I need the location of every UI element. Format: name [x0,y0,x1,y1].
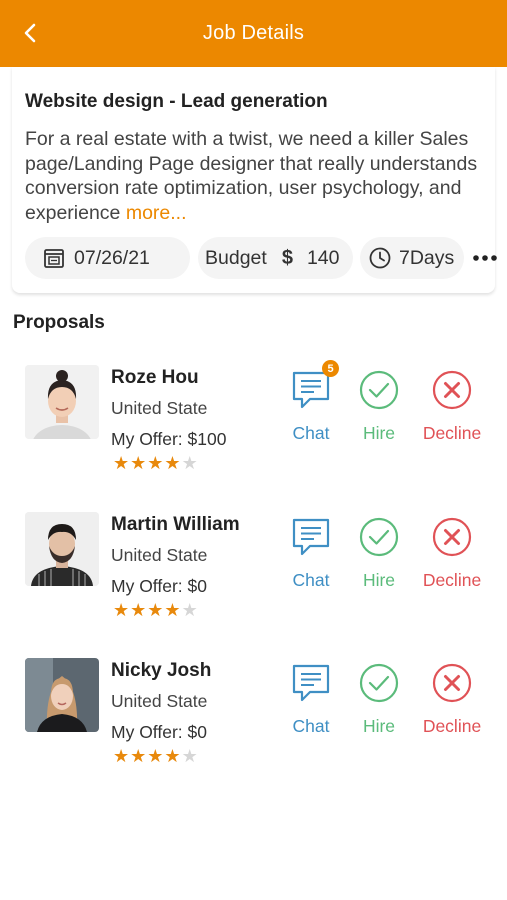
proposal-offer: My Offer: $100 [111,429,227,449]
decline-label: Decline [422,716,482,736]
chat-icon [292,518,330,556]
hire-label: Hire [362,423,396,443]
back-button[interactable] [16,19,44,47]
star-empty-icon: ★ [181,453,199,473]
job-meta-row: 07/26/21 Budget $ 140 7Days [25,237,498,279]
job-card: Website design - Lead generation For a r… [12,67,498,293]
job-description: For a real estate with a twist, we need … [25,127,485,225]
hire-label: Hire [362,570,396,590]
job-date: 07/26/21 [74,246,150,269]
star-filled-icon: ★ [130,600,148,620]
rating-stars: ★★★★★ [113,600,199,621]
avatar-photo-nicky [25,658,99,732]
more-link[interactable]: more... [126,202,187,224]
job-duration: 7Days [399,246,455,269]
duration-chip: 7Days [360,237,464,279]
avatar [25,658,99,732]
more-options-button[interactable] [472,247,498,269]
check-circle-icon [359,663,399,703]
clock-icon [369,247,391,269]
chat-label: Chat [292,423,330,443]
avatar [25,365,99,439]
page-title: Job Details [202,22,305,44]
chat-icon [292,664,330,702]
hire-label: Hire [362,716,396,736]
star-filled-icon: ★ [130,453,148,473]
decline-button[interactable]: Decline [416,662,488,740]
x-circle-icon [432,517,472,557]
hire-button[interactable]: Hire [344,516,414,594]
decline-button[interactable]: Decline [416,516,488,594]
star-filled-icon: ★ [164,600,182,620]
chat-button[interactable]: Chat [276,662,346,740]
star-filled-icon: ★ [113,746,131,766]
calendar-icon [44,249,64,268]
hire-button[interactable]: Hire [344,662,414,740]
budget-label: Budget [205,246,267,269]
proposal-name[interactable]: Martin William [111,514,240,536]
rating-stars: ★★★★★ [113,453,199,474]
proposal-location: United State [111,691,208,711]
star-filled-icon: ★ [113,453,131,473]
proposal-name[interactable]: Roze Hou [111,367,199,389]
dollar-icon: $ [281,246,293,269]
x-circle-icon [432,370,472,410]
chevron-left-icon [24,23,36,43]
star-filled-icon: ★ [164,746,182,766]
budget-chip: Budget $ 140 [198,237,353,279]
check-circle-icon [359,370,399,410]
proposal-offer: My Offer: $0 [111,722,207,742]
star-empty-icon: ★ [181,600,199,620]
proposal-location: United State [111,398,208,418]
avatar-photo-roze [25,365,99,439]
job-title: Website design - Lead generation [25,91,328,112]
chat-label: Chat [292,570,330,590]
proposal-offer: My Offer: $0 [111,576,207,596]
star-empty-icon: ★ [181,746,199,766]
decline-label: Decline [422,570,482,590]
decline-button[interactable]: Decline [416,369,488,447]
proposals-heading: Proposals [13,312,105,333]
check-circle-icon [359,517,399,557]
proposal-row: Martin William United State My Offer: $0… [0,512,507,632]
job-description-text: For a real estate with a twist, we need … [25,128,478,224]
rating-stars: ★★★★★ [113,746,199,767]
x-circle-icon [432,663,472,703]
more-horizontal-icon [473,255,497,261]
avatar-photo-martin [25,512,99,586]
star-filled-icon: ★ [113,600,131,620]
chat-label: Chat [292,716,330,736]
budget-value: 140 [306,246,340,269]
proposal-row: Roze Hou United State My Offer: $100 ★★★… [0,360,507,485]
star-filled-icon: ★ [147,746,165,766]
proposal-location: United State [111,545,208,565]
proposal-name[interactable]: Nicky Josh [111,660,211,682]
hire-button[interactable]: Hire [344,369,414,447]
chat-button[interactable]: 5 Chat [276,360,346,447]
star-filled-icon: ★ [147,600,165,620]
chat-button[interactable]: Chat [276,516,346,594]
app-header: Job Details [0,0,507,67]
proposal-row: Nicky Josh United State My Offer: $0 ★★★… [0,658,507,778]
avatar [25,512,99,586]
decline-label: Decline [422,423,482,443]
star-filled-icon: ★ [147,453,165,473]
date-chip: 07/26/21 [25,237,190,279]
star-filled-icon: ★ [130,746,148,766]
unread-badge: 5 [322,360,339,377]
star-filled-icon: ★ [164,453,182,473]
